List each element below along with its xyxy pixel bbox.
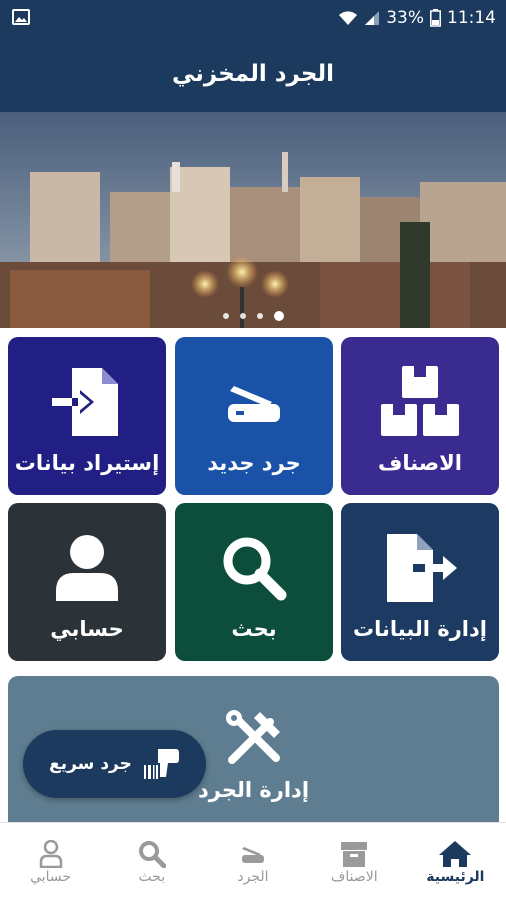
nav-home[interactable]: الرئيسية xyxy=(405,823,506,901)
nav-label: حسابي xyxy=(30,869,72,885)
banner-carousel[interactable] xyxy=(0,112,506,328)
tile-label: إدارة البيانات xyxy=(353,617,487,641)
gallery-notification-icon xyxy=(12,9,30,25)
tile-label: جرد جديد xyxy=(207,451,301,475)
boxes-icon xyxy=(381,366,459,436)
scanner-icon xyxy=(241,847,264,863)
file-export-icon xyxy=(387,534,457,602)
signal-icon xyxy=(365,11,380,25)
scanner-icon xyxy=(228,386,280,422)
carousel-dots xyxy=(0,311,506,321)
barcode-scanner-icon xyxy=(143,749,179,779)
quick-inventory-button[interactable]: جرد سريع xyxy=(23,730,206,798)
status-right: 33% 11:14 xyxy=(338,7,496,29)
user-icon xyxy=(39,840,62,868)
tile-import-data[interactable]: إستيراد بيانات xyxy=(8,337,166,495)
user-icon xyxy=(56,535,118,601)
nav-search[interactable]: بحث xyxy=(101,823,202,901)
tile-label: بحث xyxy=(231,617,277,641)
nav-label: بحث xyxy=(138,869,166,885)
tile-search[interactable]: بحث xyxy=(175,503,333,661)
page-title: الجرد المخزني xyxy=(172,61,334,87)
tile-label: إستيراد بيانات xyxy=(14,451,160,475)
clock: 11:14 xyxy=(447,8,496,28)
carousel-dot[interactable] xyxy=(239,313,246,319)
nav-inventory[interactable]: الجرد xyxy=(202,823,303,901)
bottom-nav: الرئيسية الاصناف الجرد بحث حسابي xyxy=(0,822,506,901)
battery-icon xyxy=(430,9,441,27)
banner-image xyxy=(0,112,506,328)
search-icon xyxy=(223,537,287,601)
tools-icon xyxy=(225,710,280,764)
nav-items[interactable]: الاصناف xyxy=(304,823,405,901)
fab-label: جرد سريع xyxy=(49,754,132,774)
tile-label: حسابي xyxy=(50,617,124,641)
box-icon xyxy=(341,842,368,867)
carousel-dot[interactable] xyxy=(256,313,263,319)
tile-label: الاصناف xyxy=(378,451,462,475)
app-bar: الجرد المخزني xyxy=(0,36,506,112)
carousel-dot-active[interactable] xyxy=(273,311,284,321)
battery-percent: 33% xyxy=(386,8,424,28)
carousel-dot[interactable] xyxy=(222,313,229,319)
status-bar: 33% 11:14 xyxy=(0,0,506,36)
nav-label: الرئيسية xyxy=(426,869,485,885)
tile-data-management[interactable]: إدارة البيانات xyxy=(341,503,499,661)
tile-new-inventory[interactable]: جرد جديد xyxy=(175,337,333,495)
nav-label: الجرد xyxy=(237,869,269,885)
tile-label: إدارة الجرد xyxy=(197,778,310,802)
wifi-icon xyxy=(339,11,358,25)
file-import-icon xyxy=(52,368,118,436)
search-icon xyxy=(138,841,166,868)
tile-my-account[interactable]: حسابي xyxy=(8,503,166,661)
nav-label: الاصناف xyxy=(330,869,378,885)
tile-items[interactable]: الاصناف xyxy=(341,337,499,495)
home-icon xyxy=(439,841,472,867)
nav-my-account[interactable]: حسابي xyxy=(0,823,101,901)
